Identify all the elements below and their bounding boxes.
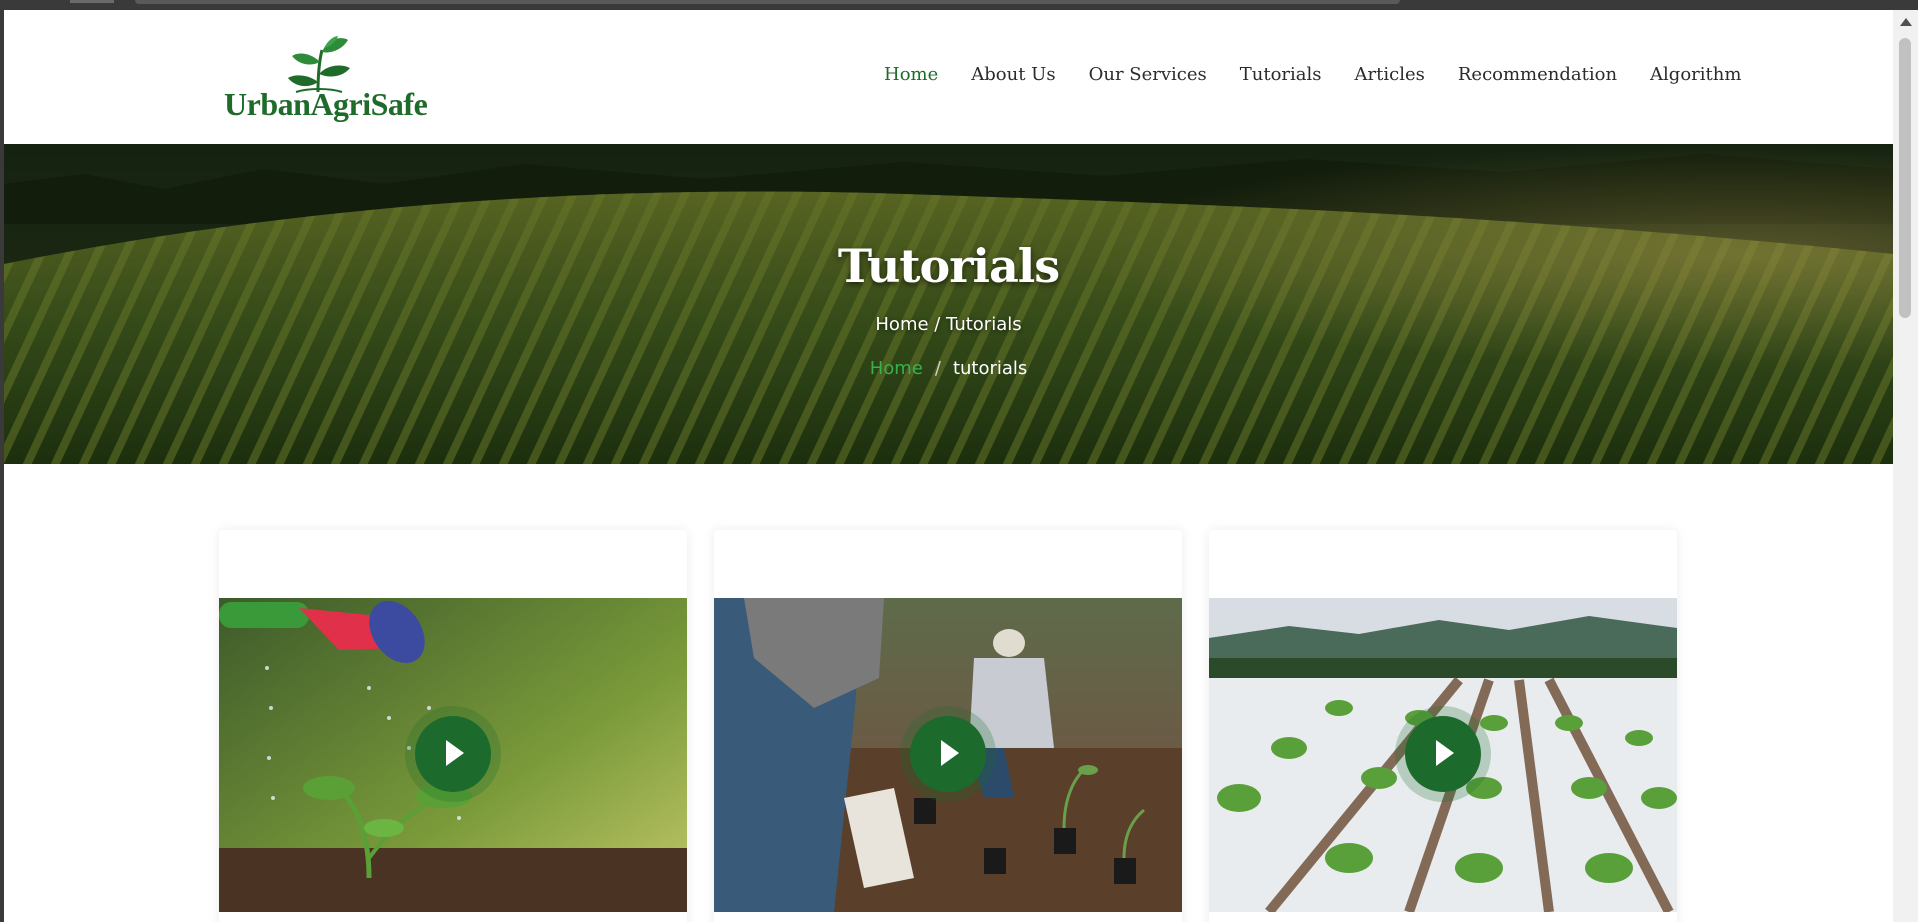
page-viewport: UrbanAgriSafe Home About Us Our Services… <box>4 10 1893 922</box>
brand-name: UrbanAgriSafe <box>224 86 428 122</box>
nav-our-services[interactable]: Our Services <box>1089 64 1207 94</box>
nav-tutorials[interactable]: Tutorials <box>1240 64 1322 94</box>
tutorial-card[interactable] <box>219 530 687 922</box>
play-button[interactable] <box>1405 716 1481 792</box>
tutorial-card[interactable] <box>1209 530 1677 922</box>
sprout-logo-icon <box>288 36 350 93</box>
play-button[interactable] <box>415 716 491 792</box>
site-header: UrbanAgriSafe Home About Us Our Services… <box>4 10 1893 144</box>
scroll-up-icon[interactable] <box>1900 18 1912 26</box>
breadcrumb: Home / tutorials <box>4 358 1893 379</box>
tutorial-card[interactable] <box>714 530 1182 922</box>
nav-home[interactable]: Home <box>884 64 938 94</box>
breadcrumb-current: tutorials <box>952 358 1028 379</box>
page-hero: Tutorials Home / Tutorials Home / tutorial… <box>4 144 1893 464</box>
browser-toolbar-edge <box>135 0 1400 4</box>
main-nav: Home About Us Our Services Tutorials Art… <box>884 64 1774 94</box>
hero-field-image <box>4 144 1893 464</box>
nav-about-us[interactable]: About Us <box>971 64 1055 94</box>
nav-algorithm[interactable]: Algorithm <box>1650 64 1741 94</box>
tutorial-thumbnail[interactable] <box>714 598 1182 912</box>
breadcrumb-home-link[interactable]: Home <box>870 358 923 379</box>
page-title: Tutorials <box>837 239 1060 293</box>
browser-tab-edge <box>70 0 114 3</box>
breadcrumb-separator: / <box>934 358 941 379</box>
browser-top-strip <box>0 0 1918 10</box>
site-logo[interactable]: UrbanAgriSafe <box>218 34 428 134</box>
tutorial-thumbnail[interactable] <box>219 598 687 912</box>
page-scrollbar[interactable] <box>1893 10 1918 922</box>
nav-recommendation[interactable]: Recommendation <box>1458 64 1617 94</box>
hero-subtitle: Home / Tutorials <box>875 314 1022 335</box>
play-button[interactable] <box>910 716 986 792</box>
tutorial-thumbnail[interactable] <box>1209 598 1677 912</box>
nav-articles[interactable]: Articles <box>1355 64 1425 94</box>
scrollbar-thumb[interactable] <box>1899 38 1911 318</box>
